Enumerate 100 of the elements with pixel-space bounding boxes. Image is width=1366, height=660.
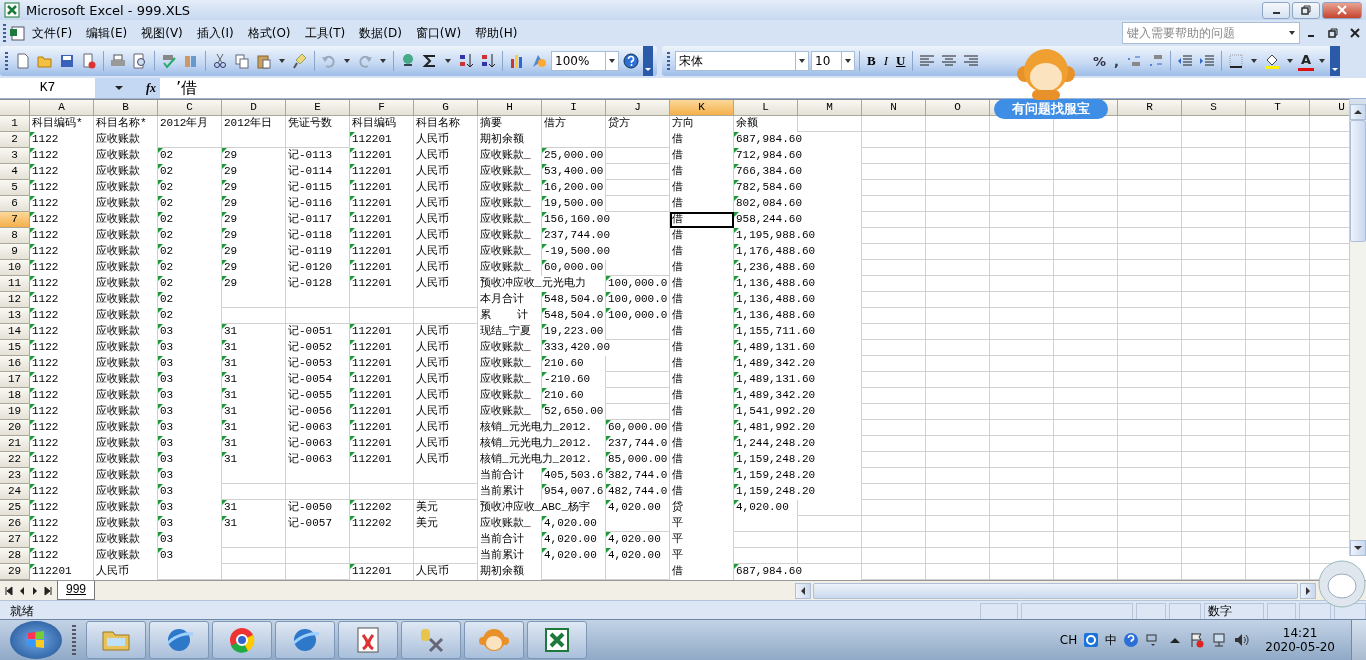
table-cell: 1,176,488.60 — [734, 244, 862, 260]
table-cell: 科目名称* — [94, 116, 158, 132]
table-cell: 1122 — [30, 372, 94, 388]
table-cell: 借 — [670, 484, 734, 500]
table-cell: 方向 — [670, 116, 734, 132]
table-cell: 52,650.00 — [542, 404, 606, 420]
table-cell: 112201 — [350, 276, 414, 292]
table-cell: 1122 — [30, 148, 94, 164]
table-cell: 1122 — [30, 308, 94, 324]
table-cell: 贷方 — [606, 116, 670, 132]
table-cell: 802,084.60 — [734, 196, 862, 212]
table-cell: 02 — [158, 244, 222, 260]
table-cell: 687,984.60 — [734, 564, 862, 580]
table-cell: 记-0118 — [286, 228, 350, 244]
table-cell: 1122 — [30, 292, 94, 308]
table-cell: 1122 — [30, 276, 94, 292]
table-cell: 当前累计 — [478, 484, 542, 500]
table-cell: 记-0119 — [286, 244, 350, 260]
table-cell: 112201 — [350, 260, 414, 276]
table-cell: 29 — [222, 164, 286, 180]
table-cell: 人民币 — [94, 564, 158, 580]
table-cell: 应收账款_ — [478, 212, 542, 228]
table-cell: 1,489,131.60 — [734, 340, 862, 356]
table-cell: 1122 — [30, 340, 94, 356]
table-cell: 应收账款 — [94, 244, 158, 260]
table-cell: 应收账款 — [94, 276, 158, 292]
table-cell: 100,000.0 — [606, 308, 670, 324]
table-cell: 03 — [158, 404, 222, 420]
table-cell: 1122 — [30, 356, 94, 372]
table-cell: 记-0063 — [286, 420, 350, 436]
table-cell: 60,000.00 — [542, 260, 606, 276]
table-cell: 应收账款 — [94, 164, 158, 180]
table-cell: 112201 — [350, 228, 414, 244]
table-cell: 4,020.00 — [542, 516, 606, 532]
table-cell: 应收账款 — [94, 340, 158, 356]
table-cell: 03 — [158, 500, 222, 516]
table-cell: 112201 — [350, 196, 414, 212]
table-cell: 应收账款_ — [478, 260, 542, 276]
table-cell: 记-0056 — [286, 404, 350, 420]
table-cell: 应收账款_ — [478, 516, 542, 532]
table-cell: 31 — [222, 500, 286, 516]
table-cell: 112201 — [350, 244, 414, 260]
table-cell: 02 — [158, 148, 222, 164]
table-cell: 31 — [222, 436, 286, 452]
table-cell: 贷 — [670, 500, 734, 516]
table-cell: 210.60 — [542, 388, 606, 404]
table-cell: 02 — [158, 276, 222, 292]
table-cell: 112201 — [30, 564, 94, 580]
table-cell: 2012年日 — [222, 116, 286, 132]
table-cell: 4,020.00 — [734, 500, 798, 516]
table-cell: 1122 — [30, 436, 94, 452]
table-cell: 应收账款_ — [478, 244, 542, 260]
table-cell: 548,504.0 — [542, 292, 606, 308]
table-cell: 人民币 — [414, 148, 478, 164]
table-cell: 237,744.00 — [542, 228, 670, 244]
table-cell: 1,155,711.60 — [734, 324, 862, 340]
table-cell: 1,244,248.20 — [734, 436, 862, 452]
table-cell: 1122 — [30, 420, 94, 436]
table-cell: 借 — [670, 132, 734, 148]
table-cell: 人民币 — [414, 436, 478, 452]
table-cell: 19,223.00 — [542, 324, 606, 340]
table-cell: 人民币 — [414, 340, 478, 356]
table-cell: 03 — [158, 388, 222, 404]
table-cell: -210.60 — [542, 372, 606, 388]
table-cell: 1122 — [30, 212, 94, 228]
table-cell: 210.60 — [542, 356, 606, 372]
table-cell: 记-0051 — [286, 324, 350, 340]
table-cell: 借 — [670, 148, 734, 164]
table-cell: 人民币 — [414, 420, 478, 436]
table-cell: 1,489,342.20 — [734, 356, 862, 372]
table-cell: 31 — [222, 388, 286, 404]
table-cell: 记-0117 — [286, 212, 350, 228]
table-cell: 摘要 — [478, 116, 542, 132]
table-cell: 平 — [670, 516, 734, 532]
table-cell: 03 — [158, 484, 222, 500]
table-cell: 1122 — [30, 132, 94, 148]
table-cell: 29 — [222, 260, 286, 276]
table-cell: 记-0057 — [286, 516, 350, 532]
table-cell: 112201 — [350, 324, 414, 340]
table-cell: 借 — [670, 276, 734, 292]
table-cell: 1122 — [30, 260, 94, 276]
table-cell: 1122 — [30, 244, 94, 260]
table-cell: 112201 — [350, 420, 414, 436]
table-cell: 应收账款 — [94, 420, 158, 436]
table-cell: 记-0063 — [286, 452, 350, 468]
table-cell: 1,481,992.20 — [734, 420, 862, 436]
table-cell: 应收账款 — [94, 212, 158, 228]
table-cell: 1,159,248.20 — [734, 452, 862, 468]
table-cell: 美元 — [414, 500, 478, 516]
table-cell: 人民币 — [414, 356, 478, 372]
table-cell: 1122 — [30, 532, 94, 548]
table-cell: 31 — [222, 372, 286, 388]
table-cell: 29 — [222, 196, 286, 212]
table-cell: 1122 — [30, 388, 94, 404]
table-cell: 借 — [670, 564, 734, 580]
table-cell: 借 — [670, 372, 734, 388]
table-cell: 112201 — [350, 164, 414, 180]
table-cell: 应收账款_ — [478, 148, 542, 164]
table-cell: 112202 — [350, 500, 414, 516]
table-cell: 借 — [670, 452, 734, 468]
